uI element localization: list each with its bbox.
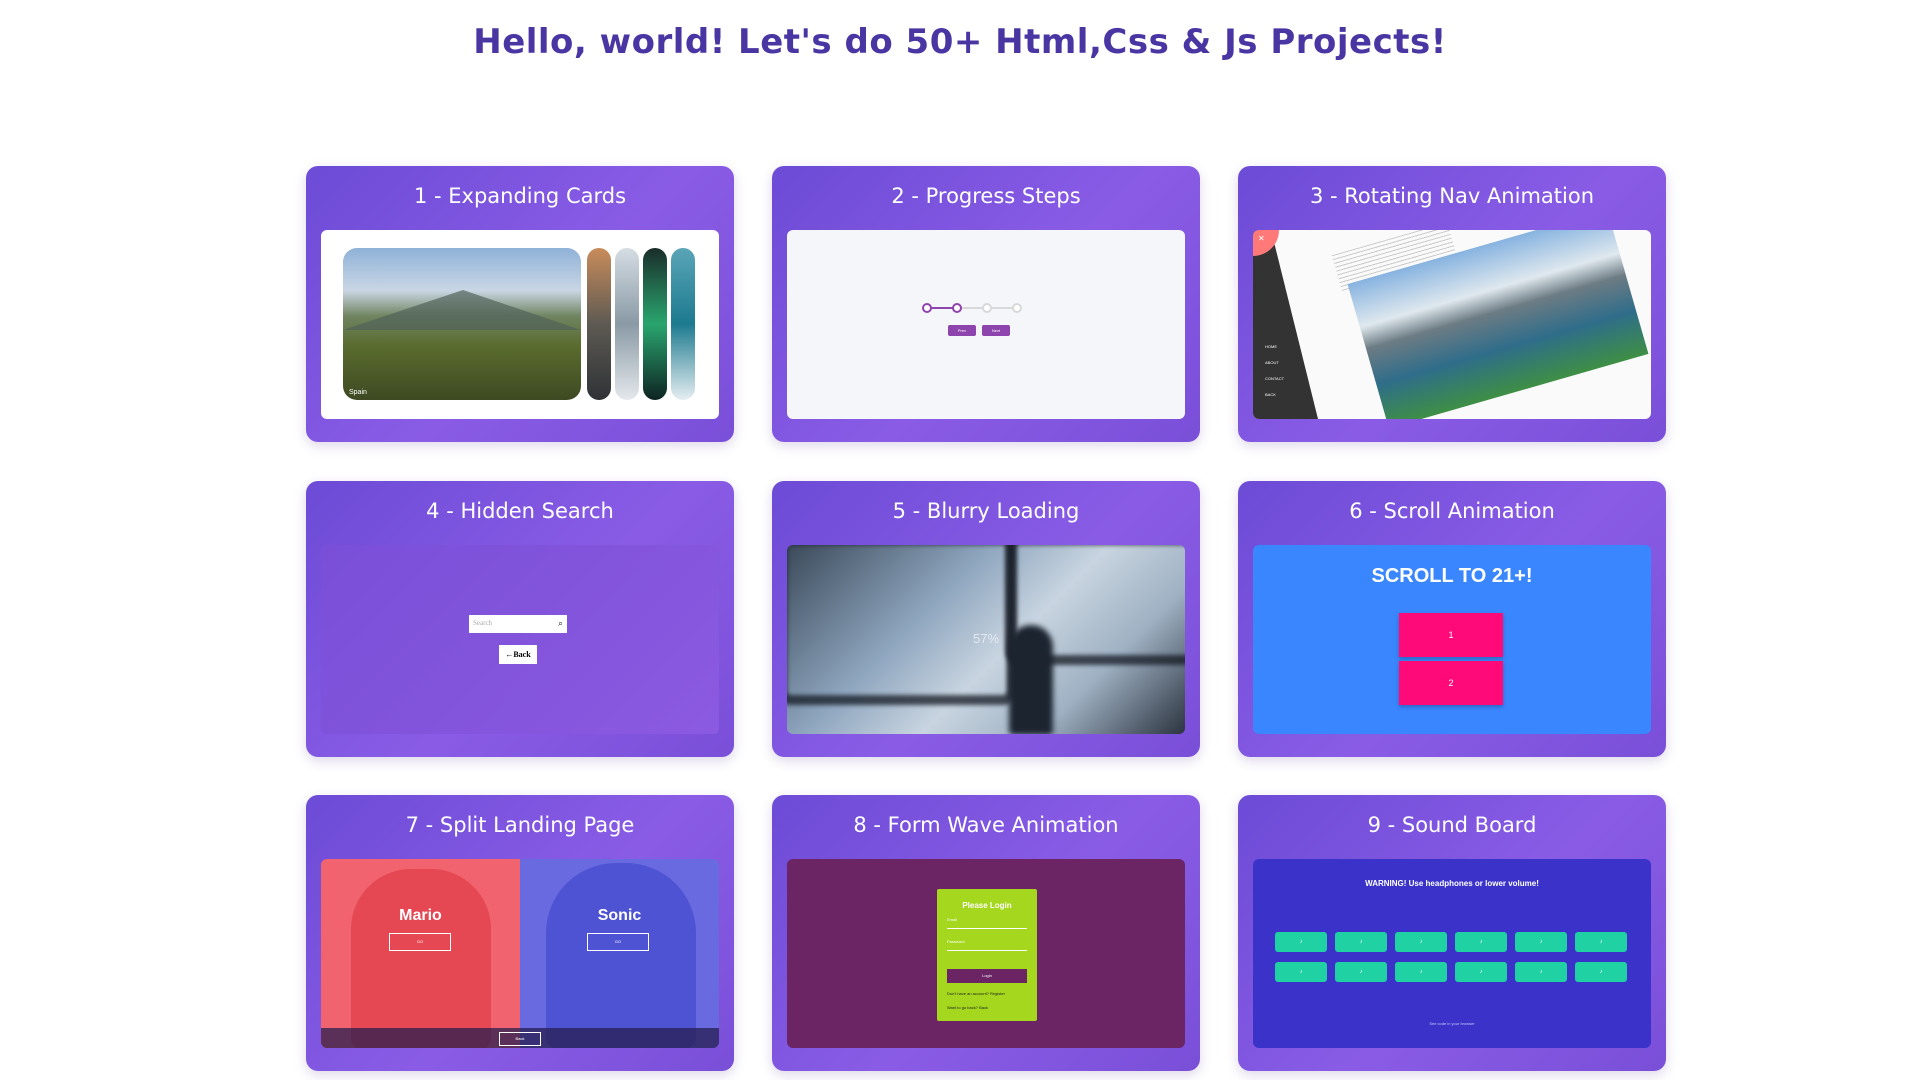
sound-button: ♪ <box>1455 932 1507 952</box>
back-text: Want to go back? Back <box>947 1005 988 1010</box>
back-button: Back <box>499 1032 541 1046</box>
card-title: 5 - Blurry Loading <box>892 499 1080 523</box>
step-circle <box>952 303 962 313</box>
mario-figure <box>351 869 491 1048</box>
next-button: Next <box>982 325 1010 336</box>
sound-button: ♪ <box>1335 962 1387 982</box>
project-card-hidden-search[interactable]: 4 - Hidden Search Search ⌕ ←Back <box>306 481 734 757</box>
nav-item-contact: CONTACT <box>1265 376 1285 381</box>
preview-thumbnail: WARNING! Use headphones or lower volume!… <box>1253 859 1651 1048</box>
projects-grid: 1 - Expanding Cards Spain 2 - Progress S… <box>0 0 1920 1080</box>
search-box: Search ⌕ <box>469 615 567 633</box>
preview-thumbnail: ✕ HOME ABOUT CONTACT BACK <box>1253 230 1651 419</box>
register-text: Don't have an account? Register <box>947 991 1005 996</box>
back-button: ←Back <box>499 645 537 664</box>
preview-thumbnail: Prev Next <box>787 230 1185 419</box>
form-heading: Please Login <box>962 901 1012 910</box>
card-title: 7 - Split Landing Page <box>405 813 635 837</box>
image-strip <box>671 248 695 400</box>
nav-item-home: HOME <box>1265 344 1277 349</box>
preview-thumbnail: SCROLL TO 21+! 1 2 <box>1253 545 1651 734</box>
right-button: GO <box>587 933 649 951</box>
nav-item-back: BACK <box>1265 392 1276 397</box>
mountain-shape <box>343 290 581 330</box>
card-title: 1 - Expanding Cards <box>413 184 627 208</box>
step-circle <box>1012 303 1022 313</box>
sonic-figure <box>546 863 696 1048</box>
close-icon: ✕ <box>1258 234 1265 243</box>
left-button: GO <box>389 933 451 951</box>
card-title: 6 - Scroll Animation <box>1349 499 1555 523</box>
project-card-scroll-animation[interactable]: 6 - Scroll Animation SCROLL TO 21+! 1 2 <box>1238 481 1666 757</box>
sound-button: ♪ <box>1575 932 1627 952</box>
image-strip <box>643 248 667 400</box>
card-title: 8 - Form Wave Animation <box>853 813 1119 837</box>
preview-thumbnail: Search ⌕ ←Back <box>321 545 719 734</box>
sound-button: ♪ <box>1515 932 1567 952</box>
scroll-heading: SCROLL TO 21+! <box>1371 565 1533 587</box>
image-strip <box>615 248 639 400</box>
loading-percent: 57% <box>972 631 1000 646</box>
project-card-form-wave[interactable]: 8 - Form Wave Animation Please Login Ema… <box>772 795 1200 1071</box>
email-field: Email <box>947 917 1027 929</box>
sound-button: ♪ <box>1395 962 1447 982</box>
sound-button: ♪ <box>1275 962 1327 982</box>
project-card-blurry-loading[interactable]: 5 - Blurry Loading 57% <box>772 481 1200 757</box>
right-title: Sonic <box>597 907 642 924</box>
left-title: Mario <box>399 907 442 924</box>
step-circle <box>922 303 932 313</box>
project-card-split-landing[interactable]: 7 - Split Landing Page Mario Sonic GO GO… <box>306 795 734 1071</box>
window-frame <box>787 545 1017 705</box>
project-card-rotating-nav[interactable]: 3 - Rotating Nav Animation ✕ HOME ABOUT … <box>1238 166 1666 442</box>
preview-thumbnail: Mario Sonic GO GO Back <box>321 859 719 1048</box>
image-strip <box>587 248 611 400</box>
card-title: 3 - Rotating Nav Animation <box>1309 184 1594 208</box>
sound-button: ♪ <box>1515 962 1567 982</box>
search-placeholder: Search <box>473 619 493 627</box>
landscape-image: Spain <box>343 248 581 400</box>
login-form: Please Login Email Password Login Don't … <box>937 889 1037 1021</box>
image-caption: Spain <box>349 389 367 396</box>
search-icon: ⌕ <box>557 618 563 628</box>
prev-button: Prev <box>948 325 976 336</box>
scroll-box: 2 <box>1399 661 1503 705</box>
nav-item-about: ABOUT <box>1265 360 1279 365</box>
project-card-progress-steps[interactable]: 2 - Progress Steps Prev Next <box>772 166 1200 442</box>
sound-button: ♪ <box>1455 962 1507 982</box>
preview-thumbnail: Please Login Email Password Login Don't … <box>787 859 1185 1048</box>
step-circle <box>982 303 992 313</box>
card-title: 9 - Sound Board <box>1367 813 1537 837</box>
sound-button: ♪ <box>1335 932 1387 952</box>
footer-text: See code in your browser <box>1429 1021 1475 1026</box>
sound-button: ♪ <box>1575 962 1627 982</box>
sound-button: ♪ <box>1395 932 1447 952</box>
card-title: 4 - Hidden Search <box>426 499 614 523</box>
login-button: Login <box>947 969 1027 983</box>
project-card-sound-board[interactable]: 9 - Sound Board WARNING! Use headphones … <box>1238 795 1666 1071</box>
preview-thumbnail: Spain <box>321 230 719 419</box>
password-field: Password <box>947 939 1027 951</box>
card-title: 2 - Progress Steps <box>891 184 1081 208</box>
preview-thumbnail: 57% <box>787 545 1185 734</box>
warning-text: WARNING! Use headphones or lower volume! <box>1365 879 1539 888</box>
sound-button: ♪ <box>1275 932 1327 952</box>
project-card-expanding-cards[interactable]: 1 - Expanding Cards Spain <box>306 166 734 442</box>
scroll-box: 1 <box>1399 613 1503 657</box>
